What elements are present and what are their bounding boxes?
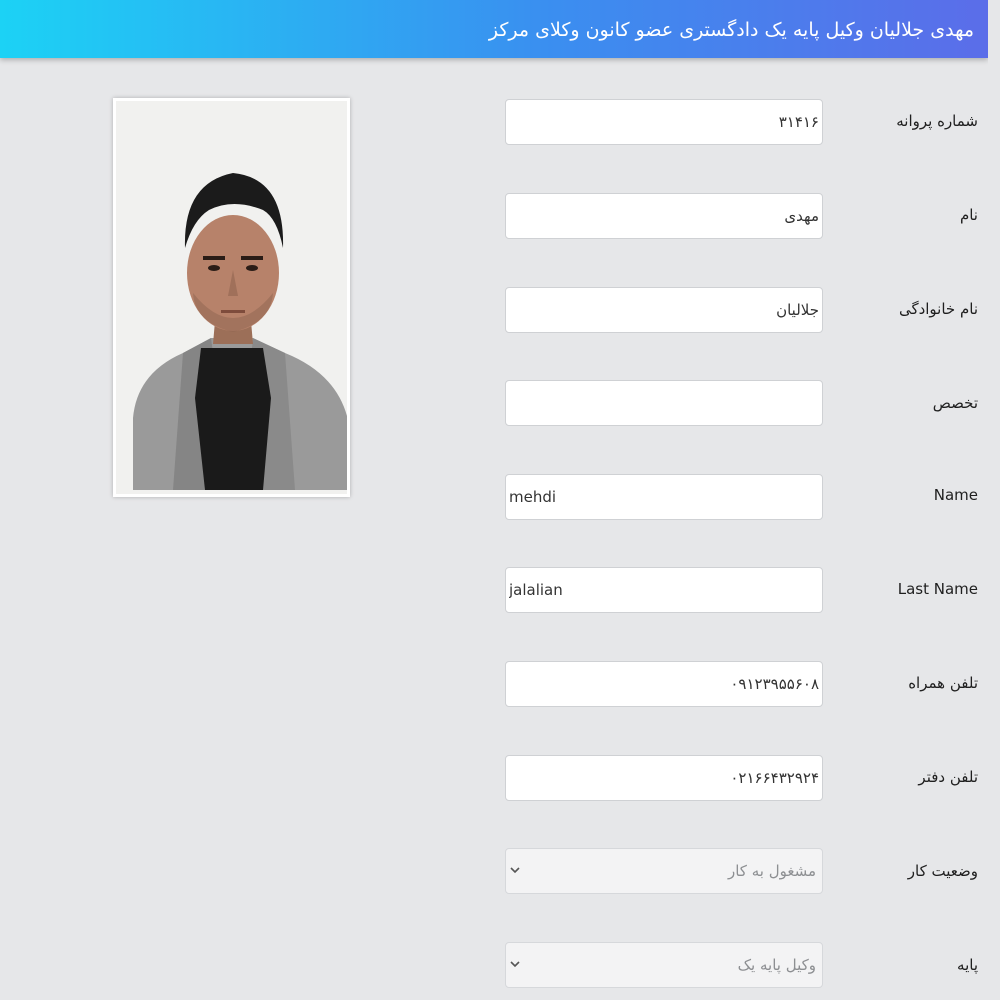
last-name-en-input[interactable]	[505, 567, 823, 613]
office-phone-input[interactable]	[505, 755, 823, 801]
chevron-down-icon	[510, 867, 520, 874]
grade-select[interactable]: وکیل پایه یک	[505, 942, 823, 988]
portrait-photo-icon	[116, 101, 347, 494]
work-status-selected: مشغول به کار	[727, 862, 816, 880]
work-status-select[interactable]: مشغول به کار	[505, 848, 823, 894]
page-title: مهدی جلالیان وکیل پایه یک دادگستری عضو ک…	[488, 19, 974, 41]
specialty-input[interactable]	[505, 380, 823, 426]
scrollbar-track[interactable]	[988, 0, 1000, 1000]
mobile-phone-input[interactable]	[505, 661, 823, 707]
grade-selected: وکیل پایه یک	[737, 956, 816, 974]
last-name-fa-input[interactable]	[505, 287, 823, 333]
page-header: مهدی جلالیان وکیل پایه یک دادگستری عضو ک…	[0, 0, 988, 58]
license-number-input[interactable]	[505, 99, 823, 145]
chevron-down-icon	[510, 961, 520, 968]
profile-photo	[113, 98, 350, 497]
first-name-fa-input[interactable]	[505, 193, 823, 239]
first-name-en-input[interactable]	[505, 474, 823, 520]
